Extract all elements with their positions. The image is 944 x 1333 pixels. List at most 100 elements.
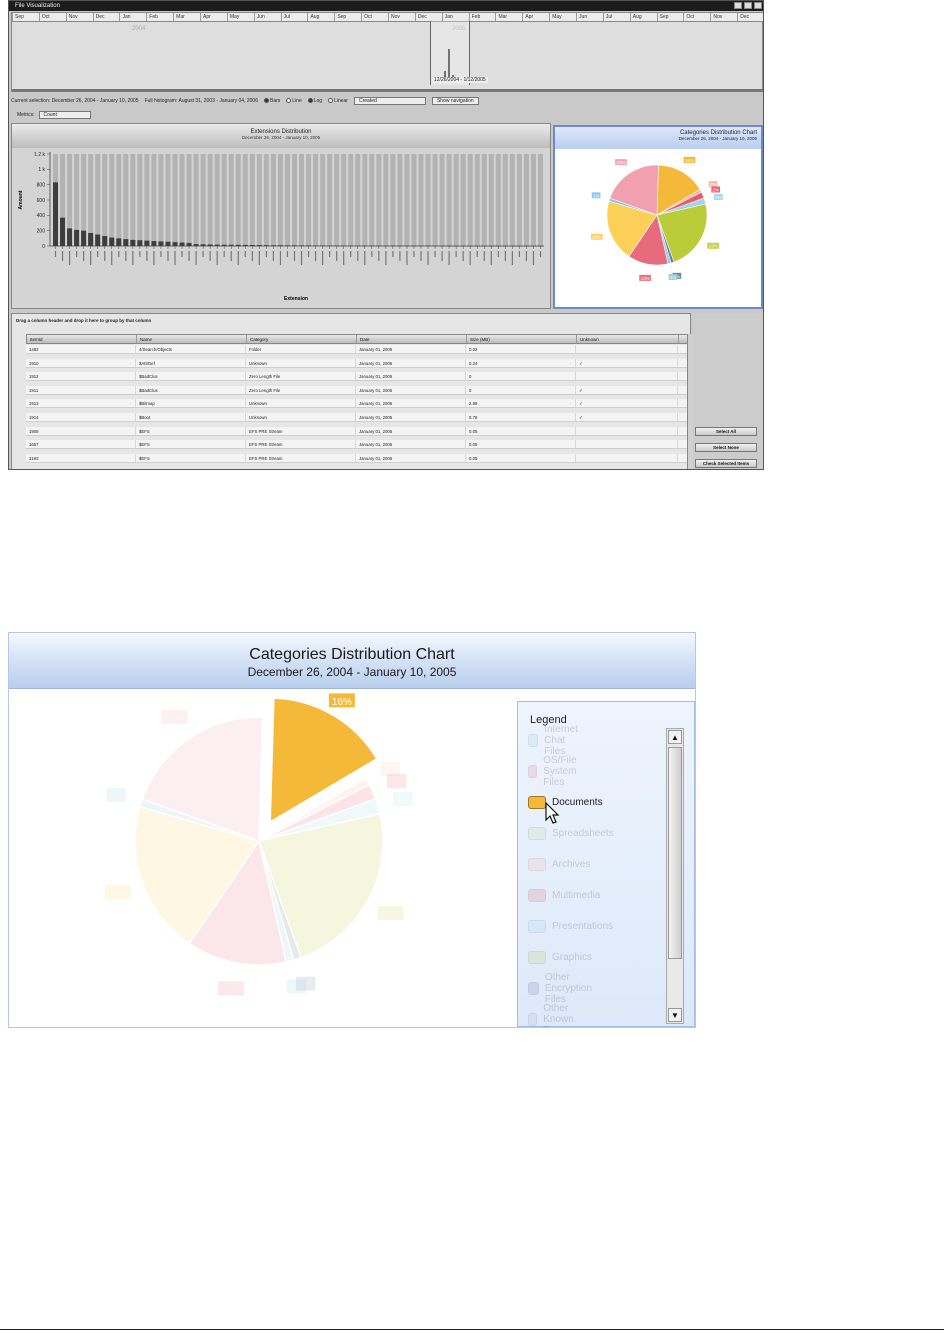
files-grid: Drag a column header and drop it here to… [11, 313, 693, 469]
bar-column-bg [256, 154, 262, 246]
chart-header: Categories Distribution Chart December 2… [9, 633, 695, 689]
bar-column-bg [376, 154, 382, 246]
legend-item[interactable]: Archives [528, 854, 590, 874]
bar-column-bg [453, 154, 459, 246]
x-tick-label [202, 251, 204, 257]
minimize-icon[interactable] [734, 2, 742, 9]
x-tick-label [195, 251, 197, 265]
bar[interactable] [144, 240, 150, 246]
select-none-button[interactable]: Select None [695, 443, 757, 452]
metrics-dropdown[interactable]: Count [38, 111, 91, 119]
timeline-selection[interactable] [430, 21, 470, 85]
bar[interactable] [123, 239, 129, 246]
table-row[interactable]: 1913 $Bitmap Unknown January 01, 2005 2.99 ✓ [26, 399, 688, 409]
scroll-thumb[interactable] [668, 747, 682, 959]
bar-column-bg [88, 154, 94, 246]
select-all-button[interactable]: Select All [695, 427, 757, 436]
current-selection-text: Current selection: December 26, 2004 - J… [11, 98, 139, 104]
legend-item[interactable]: Graphics [528, 947, 592, 967]
bars-radio[interactable]: Bars [263, 98, 280, 104]
x-tick-label [343, 251, 345, 265]
maximize-icon[interactable] [744, 2, 752, 9]
timeline-scrollbar[interactable] [12, 89, 763, 92]
legend-item[interactable]: Presentations [528, 916, 613, 936]
table-row[interactable]: 1911 $BadClus Zero Length File January 01, … [26, 385, 688, 395]
show-navigation-checkbox[interactable]: Show navigation [431, 97, 479, 105]
bar[interactable] [130, 239, 136, 246]
bar[interactable] [137, 240, 143, 246]
table-row[interactable]: 1914 $Boot Unknown January 01, 2005 0.78 ✓ [26, 413, 688, 422]
x-tick-label [181, 251, 183, 257]
bar[interactable] [179, 242, 185, 246]
column-header[interactable]: Date [357, 335, 467, 343]
bar[interactable] [158, 241, 164, 246]
legend-item[interactable]: Internet Chat Files [528, 724, 586, 757]
bar[interactable] [81, 230, 87, 246]
window-titlebar: File Visualization [9, 1, 763, 11]
table-cell: EFS PRE Stream [246, 453, 356, 462]
bar[interactable] [102, 236, 108, 246]
bar-column-bg [460, 154, 466, 246]
bar-column-bg [383, 154, 389, 246]
x-tick-label [272, 251, 274, 261]
bar[interactable] [88, 232, 94, 246]
pie-label: 20% [616, 160, 625, 165]
x-tick-label [378, 251, 380, 261]
line-radio[interactable]: Line [286, 98, 302, 104]
table-cell: January 01, 2005 [356, 413, 466, 421]
log-radio[interactable]: Log [307, 98, 322, 104]
bar[interactable] [109, 237, 115, 246]
chart-subtitle: December 26, 2004 - January 10, 2005 [247, 665, 457, 679]
close-icon[interactable] [754, 2, 762, 9]
bar[interactable] [151, 241, 157, 246]
bar[interactable] [67, 228, 73, 246]
column-header[interactable]: ItemId [27, 335, 137, 343]
x-tick-label [322, 251, 324, 265]
categories-mini-panel[interactable]: Categories Distribution Chart December 2… [553, 125, 763, 309]
categories-pie-chart[interactable]: 16%1%2%2%23%1%1%13%20%1%20% [9, 691, 509, 1027]
table-row[interactable]: 1910 $AttrDef Unknown January 01, 2005 0.24 ✓ [26, 358, 688, 368]
legend-label: Internet Chat Files [544, 723, 579, 757]
bar[interactable] [95, 234, 101, 247]
scroll-up-icon[interactable]: ▲ [668, 730, 682, 744]
column-header[interactable]: Name [137, 335, 247, 343]
bar[interactable] [186, 242, 192, 246]
bar[interactable] [116, 238, 122, 246]
linear-radio[interactable]: Linear [328, 98, 348, 104]
bar-column-bg [390, 154, 396, 246]
column-header[interactable]: Size (MB) [467, 335, 577, 343]
bar[interactable] [74, 229, 80, 246]
bar[interactable] [172, 242, 178, 246]
table-row[interactable]: 1908 $EFS EFS PRE Stream January 01, 2005 0.… [26, 426, 688, 436]
table-cell: 0.05 [466, 440, 576, 449]
legend-item[interactable]: Documents [528, 792, 603, 812]
table-cell: Zero Length File [246, 385, 356, 394]
legend-label: Other Known Types [543, 1002, 574, 1028]
scroll-down-icon[interactable]: ▼ [668, 1008, 682, 1022]
bar[interactable] [60, 217, 66, 246]
timeline-histogram[interactable]: Sep Oct Nov Dec Jan Feb Mar Apr May Jun Jul Aug Sep O… [11, 12, 763, 92]
table-cell: $Boot [136, 413, 246, 421]
bar[interactable] [53, 182, 59, 246]
date-field-dropdown[interactable]: Created [353, 97, 426, 105]
table-row[interactable]: 3163 $EFS EFS PRE Stream January 01, 2005 0.… [26, 453, 688, 463]
column-header[interactable]: Category [247, 335, 357, 343]
legend-item[interactable]: Other Known Types [528, 1003, 583, 1027]
group-hint: Drag a column header and drop it here to… [16, 318, 152, 323]
legend-item[interactable]: OS/File System Files [528, 755, 585, 788]
legend-item[interactable]: Spreadsheets [528, 823, 614, 843]
bar-column-bg [228, 154, 234, 246]
bar-column-bg [214, 154, 220, 246]
table-row[interactable]: 1912 $BadClus Zero Length File January 01, … [26, 372, 688, 382]
legend-item[interactable]: Multimedia [528, 885, 600, 905]
table-cell [576, 345, 678, 353]
legend-label: Other Encryption Files [544, 971, 593, 1005]
legend-item[interactable]: Other Encryption Files [528, 972, 599, 1005]
full-histogram-text: Full histogram: August 31, 2003 - Januar… [144, 98, 258, 104]
legend-scrollbar[interactable]: ▲ ▼ [666, 728, 684, 1024]
bar[interactable] [165, 241, 171, 246]
table-row[interactable]: 1657 $EFS EFS PRE Stream January 01, 2005 0.… [26, 440, 688, 450]
check-selected-button[interactable]: Check Selected Items [695, 459, 757, 468]
table-row[interactable]: 1482 4/Search/Objects Folder January 01, 20… [26, 345, 688, 354]
column-header[interactable]: Unknown [577, 335, 679, 343]
